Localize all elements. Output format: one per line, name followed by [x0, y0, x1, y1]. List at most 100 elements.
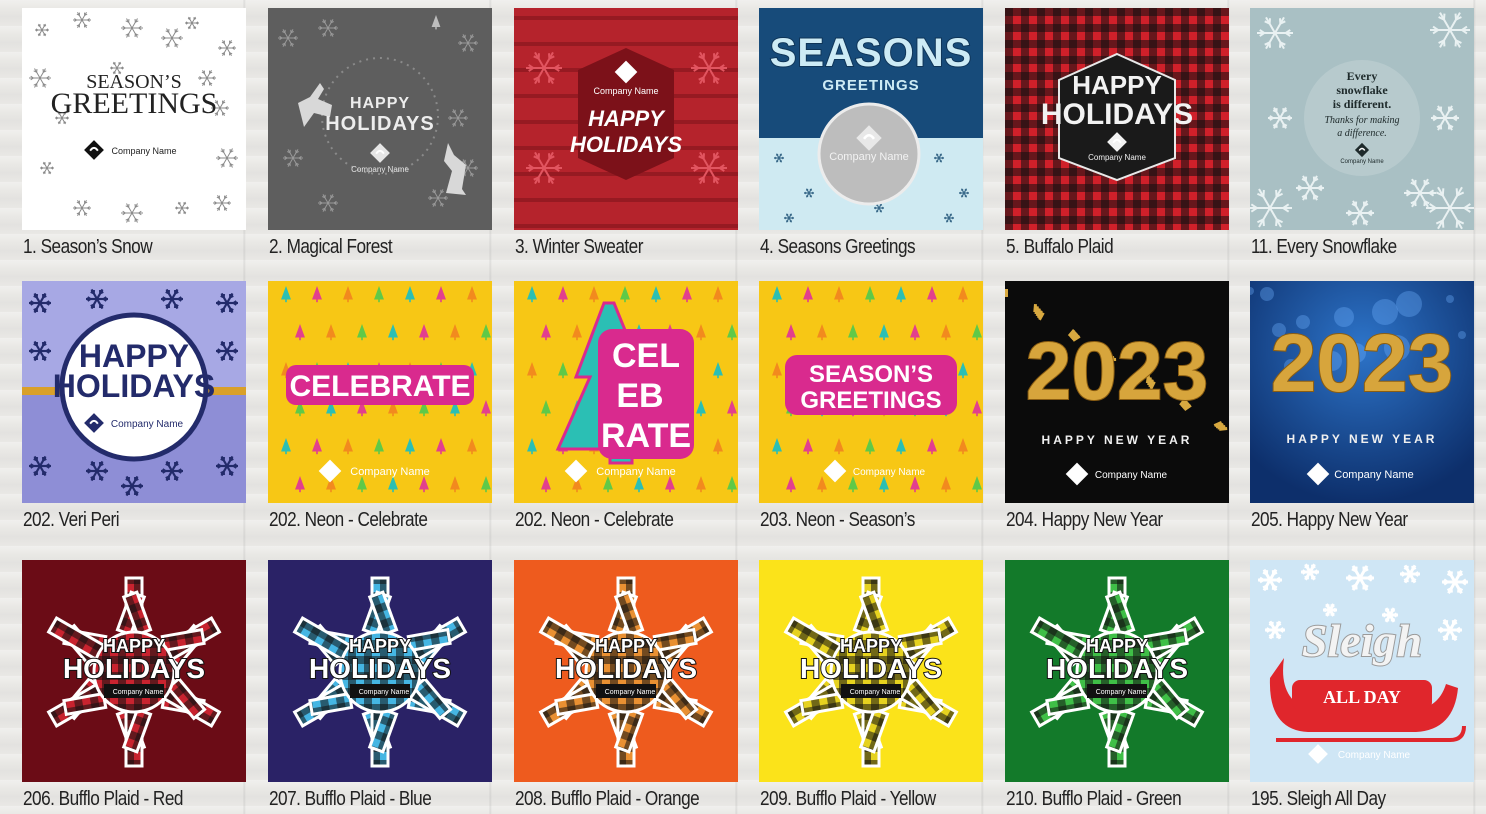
thumbnail-text: HAPPY NEW YEAR: [1287, 432, 1438, 446]
thumbnail-artwork: Everysnowflakeis different. Thanks for ma…: [1250, 8, 1474, 230]
design-card[interactable]: SEASON’S GREETINGS Company Name 1. Season’…: [22, 8, 246, 258]
design-caption[interactable]: 11. Every Snowflake: [1251, 236, 1397, 259]
thumbnail-text: snowflake: [1336, 83, 1388, 97]
design-card[interactable]: Sleigh ALL DAY Company Name 195. Sleigh Al…: [1250, 560, 1474, 810]
design-card[interactable]: HAPPY HOLIDAYS Company Name 207. Bufflo Pl…: [268, 560, 492, 810]
design-thumbnail[interactable]: HAPPY HOLIDAYS Company Name: [514, 560, 738, 782]
thumbnail-text: HOLIDAYS: [555, 653, 697, 684]
design-thumbnail[interactable]: SEASON’S GREETINGS Company Name: [22, 8, 246, 230]
thumbnail-text: Company Name: [1096, 689, 1147, 696]
design-caption[interactable]: 205. Happy New Year: [1251, 509, 1408, 532]
design-thumbnail[interactable]: Sleigh ALL DAY Company Name: [1250, 560, 1474, 782]
design-caption[interactable]: 3. Winter Sweater: [515, 236, 643, 259]
design-card[interactable]: HAPPY HOLIDAYS Company Name 210. Bufflo Pl…: [1005, 560, 1229, 810]
thumbnail-text: is different.: [1333, 97, 1391, 111]
sweater-stripe: [514, 198, 738, 202]
thumbnail-artwork: CELEBRATE Company Name: [514, 281, 738, 503]
design-caption[interactable]: 202. Neon - Celebrate: [269, 509, 428, 532]
thumbnail-text: Company Name: [850, 689, 901, 696]
bokeh-light: [1396, 291, 1422, 317]
thumbnail-text: 2023: [1026, 326, 1208, 417]
sweater-stripe: [514, 16, 738, 20]
thumbnail-artwork: Company Name HAPPYHOLIDAYS: [514, 8, 738, 230]
thumbnail-text: HAPPY: [1072, 70, 1162, 100]
sweater-stripe: [514, 224, 738, 228]
design-caption[interactable]: 1. Season’s Snow: [23, 236, 153, 259]
thumbnail-artwork: SEASON’SGREETINGSCompany Name: [759, 281, 983, 503]
thumbnail-text: Company Name: [351, 165, 409, 174]
thumbnail-artwork: HAPPYHOLIDAYSCompany Name: [514, 560, 738, 782]
design-thumbnail[interactable]: Every snowflake is different. Thanks for ma…: [1250, 8, 1474, 230]
bokeh-light: [1260, 287, 1274, 301]
design-caption[interactable]: 5. Buffalo Plaid: [1006, 236, 1114, 259]
design-thumbnail[interactable]: HAPPY HOLIDAYS Company Name: [759, 560, 983, 782]
design-thumbnail[interactable]: HAPPY HOLIDAYS Company Name: [22, 281, 246, 503]
design-card[interactable]: SEASON’S GREETINGS Company Name 203. Neon …: [759, 281, 983, 531]
design-caption[interactable]: 4. Seasons Greetings: [760, 236, 916, 259]
design-thumbnail[interactable]: HAPPY HOLIDAYS Company Name: [22, 560, 246, 782]
thumbnail-text: Company Name: [1340, 159, 1384, 165]
design-card[interactable]: HAPPY HOLIDAYS Company Name 5. Buffalo Pla…: [1005, 8, 1229, 258]
design-caption[interactable]: 209. Bufflo Plaid - Yellow: [760, 788, 936, 811]
design-thumbnail[interactable]: HAPPY HOLIDAYS Company Name: [1005, 560, 1229, 782]
design-caption[interactable]: 206. Bufflo Plaid - Red: [23, 788, 183, 811]
design-caption[interactable]: 195. Sleigh All Day: [1251, 788, 1386, 811]
thumbnail-text: 2023: [1271, 318, 1453, 409]
design-card[interactable]: HAPPY HOLIDAYS Company Name 208. Bufflo Pl…: [514, 560, 738, 810]
design-card[interactable]: Every snowflake is different. Thanks for ma…: [1250, 8, 1474, 258]
card-gallery: SEASON’S GREETINGS Company Name 1. Season’…: [0, 0, 1486, 814]
thumbnail-text: Company Name: [593, 86, 658, 96]
thumbnail-text: HAPPY: [350, 95, 410, 112]
thumbnail-text: HAPPY NEW YEAR: [1042, 433, 1193, 447]
thumbnail-text: HOLIDAYS: [53, 368, 215, 404]
thumbnail-artwork: CELEBRATE Company Name: [268, 281, 492, 503]
design-card[interactable]: Company Name HAPPY HOLIDAYS 3. Winter Swea…: [514, 8, 738, 258]
design-thumbnail[interactable]: Company Name HAPPY HOLIDAYS: [514, 8, 738, 230]
design-card[interactable]: HAPPY HOLIDAYS Company Name 206. Bufflo Pl…: [22, 560, 246, 810]
design-card[interactable]: SEASONS GREETINGS Company Name 4. Seasons …: [759, 8, 983, 258]
confetti: [1005, 289, 1008, 297]
design-caption[interactable]: 2. Magical Forest: [269, 236, 393, 259]
design-thumbnail[interactable]: HAPPY HOLIDAYS Company Name: [1005, 8, 1229, 230]
thumbnail-text: Company Name: [1334, 469, 1413, 481]
design-caption[interactable]: 203. Neon - Season’s: [760, 509, 915, 532]
thumbnail-text: Company Name: [853, 467, 926, 478]
thumbnail-text: HOLIDAYS: [309, 653, 451, 684]
thumbnail-text: HOLIDAYS: [1046, 653, 1188, 684]
design-thumbnail[interactable]: HAPPY HOLIDAYS Company Name: [268, 8, 492, 230]
thumbnail-artwork: HAPPYHOLIDAYSCompany Name: [22, 560, 246, 782]
thumbnail-text: HOLIDAYS: [63, 653, 205, 684]
thumbnail-artwork: 2023 HAPPY NEW YEAR Company Name: [1005, 281, 1229, 503]
design-card[interactable]: HAPPY HOLIDAYS Company Name 2. Magical For…: [268, 8, 492, 258]
design-thumbnail[interactable]: HAPPY HOLIDAYS Company Name: [268, 560, 492, 782]
design-thumbnail[interactable]: 2023 HAPPY NEW YEAR Company Name: [1250, 281, 1474, 503]
design-thumbnail[interactable]: CELEBRATE Company Name: [514, 281, 738, 503]
thumbnail-artwork: SEASON’SGREETINGSCompany Name: [22, 8, 246, 230]
thumbnail-text: Company Name: [113, 689, 164, 696]
design-caption[interactable]: 208. Bufflo Plaid - Orange: [515, 788, 700, 811]
thumbnail-text: Company Name: [111, 419, 184, 430]
thumbnail-text: SEASONS: [770, 31, 973, 75]
design-caption[interactable]: 204. Happy New Year: [1006, 509, 1163, 532]
design-caption[interactable]: 210. Bufflo Plaid - Green: [1006, 788, 1182, 811]
thumbnail-text: HOLIDAYS: [570, 132, 682, 157]
design-card[interactable]: CELEBRATE Company Name 202. Neon - Celebr…: [268, 281, 492, 531]
design-card[interactable]: HAPPY HOLIDAYS Company Name 209. Bufflo Pl…: [759, 560, 983, 810]
design-thumbnail[interactable]: SEASON’S GREETINGS Company Name: [759, 281, 983, 503]
design-caption[interactable]: 207. Bufflo Plaid - Blue: [269, 788, 432, 811]
design-thumbnail[interactable]: 2023 HAPPY NEW YEAR Company Name: [1005, 281, 1229, 503]
design-card[interactable]: 2023 HAPPY NEW YEAR Company Name 204. Happ…: [1005, 281, 1229, 531]
thumbnail-text: Sleigh: [1302, 615, 1422, 666]
thumbnail-text: Company Name: [359, 689, 410, 696]
design-caption[interactable]: 202. Veri Peri: [23, 509, 120, 532]
design-thumbnail[interactable]: CELEBRATE Company Name: [268, 281, 492, 503]
bokeh-light: [1446, 295, 1454, 303]
thumbnail-artwork: Sleigh ALL DAY Company Name: [1250, 560, 1474, 782]
design-caption[interactable]: 202. Neon - Celebrate: [515, 509, 674, 532]
design-thumbnail[interactable]: SEASONS GREETINGS Company Name: [759, 8, 983, 230]
design-card[interactable]: 2023 HAPPY NEW YEAR Company Name 205. Happ…: [1250, 281, 1474, 531]
design-card[interactable]: HAPPY HOLIDAYS Company Name 202. Veri Peri: [22, 281, 246, 531]
design-card[interactable]: CELEBRATE Company Name 202. Neon - Celebr…: [514, 281, 738, 531]
thumbnail-text: CEL: [612, 337, 680, 375]
thumbnail-artwork: HAPPYHOLIDAYSCompany Name: [759, 560, 983, 782]
